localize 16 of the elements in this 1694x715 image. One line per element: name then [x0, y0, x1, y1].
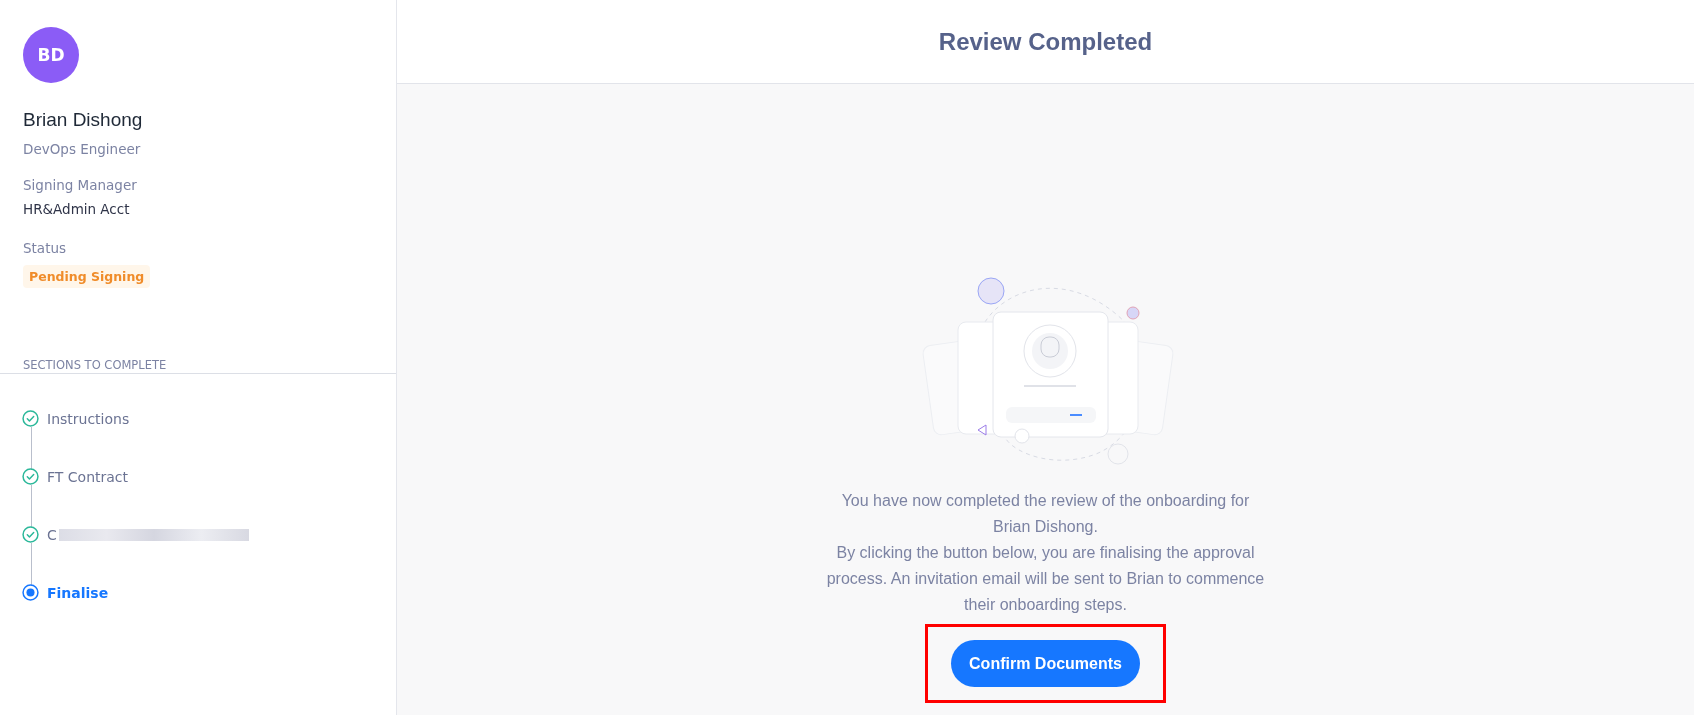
status-badge: Pending Signing	[23, 265, 151, 288]
step-link[interactable]: FT Contract	[47, 469, 129, 485]
step-link[interactable]: Instructions	[47, 411, 130, 427]
section-heading: SECTIONS TO COMPLETE	[23, 358, 167, 372]
message-text: You have now completed the review of the onboarding for Brian Dishong.	[840, 491, 1251, 537]
field-label: Status	[23, 240, 67, 256]
user-name: Brian Dishong	[23, 109, 143, 131]
confirm-button[interactable]: Confirm Documents	[951, 640, 1140, 687]
manager-name: HR&Admin Acct	[23, 201, 130, 217]
field-label: Signing Manager	[23, 177, 137, 193]
job-title: DevOps Engineer	[23, 141, 141, 157]
step-link[interactable]: C	[47, 527, 57, 543]
page-title: Review Completed	[938, 27, 1153, 56]
avatar: BD	[23, 27, 79, 83]
message-text: By clicking the button below, you are finalising the approval process. An invitation email will be sent to Brian to commence their onboarding steps.	[825, 543, 1266, 615]
step-link[interactable]: Finalise	[47, 585, 109, 601]
